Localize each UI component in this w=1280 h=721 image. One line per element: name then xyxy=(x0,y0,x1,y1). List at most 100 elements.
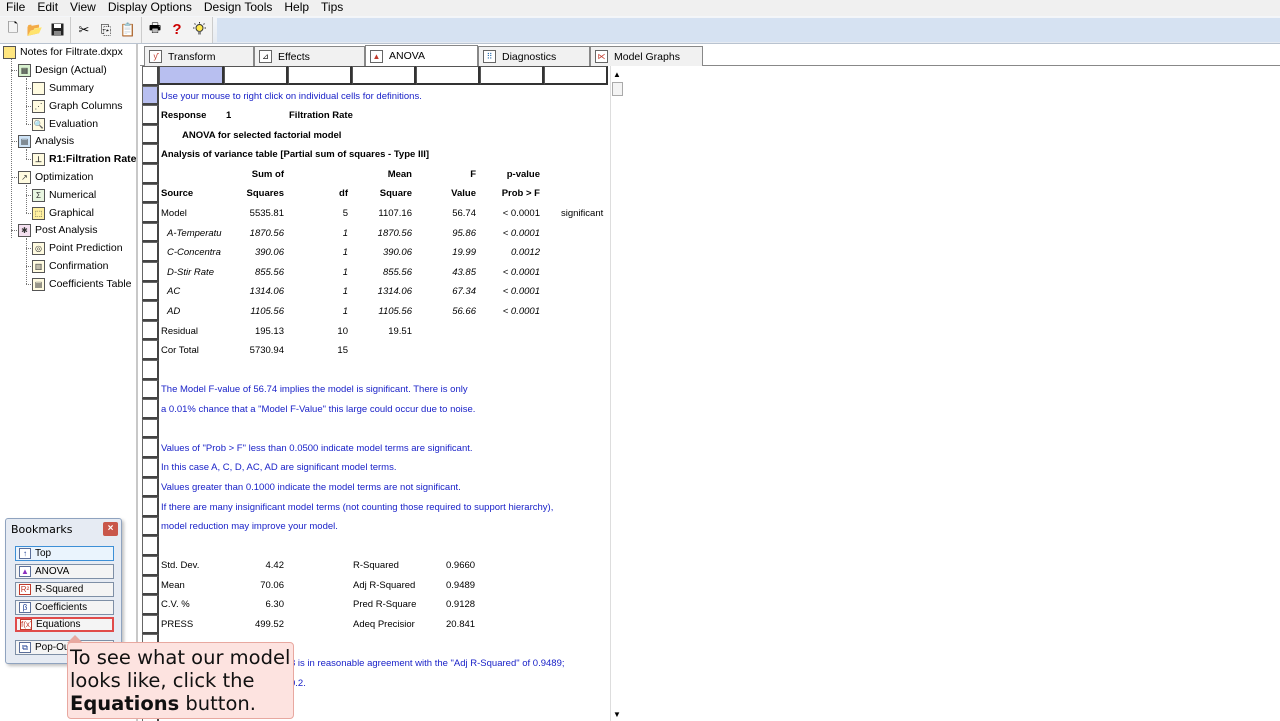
tree-item-r1-filtration-rate[interactable]: ⊥ R1:Filtration Rate ( xyxy=(32,151,136,167)
row-header[interactable] xyxy=(142,320,159,341)
paste-icon[interactable]: 📋 xyxy=(119,21,137,39)
optimization-icon: ↗ xyxy=(18,170,31,184)
tree-root-label: Notes for Filtrate.dxpx xyxy=(20,46,123,58)
row-header[interactable] xyxy=(142,203,159,223)
header-sum-of: Sum of xyxy=(251,169,284,180)
column-header[interactable] xyxy=(480,66,544,85)
tab-model-graphs[interactable]: ⋉ Model Graphs xyxy=(590,46,703,66)
row-header[interactable] xyxy=(142,458,159,478)
tree-root-notes[interactable]: Notes for Filtrate.dxpx xyxy=(3,44,123,60)
row-header[interactable] xyxy=(142,340,159,360)
column-header[interactable] xyxy=(288,66,352,85)
tab-transform[interactable]: ƴ Transform xyxy=(144,46,254,66)
anova-report-sheet[interactable]: Use your mouse to right click on individ… xyxy=(140,66,610,721)
tab-effects[interactable]: ⊿ Effects xyxy=(254,46,365,66)
header-df: df xyxy=(339,188,348,199)
row-header[interactable] xyxy=(142,438,159,458)
bookmark-top-button[interactable]: ↑ Top xyxy=(15,546,114,561)
new-file-icon[interactable]: 🗋 xyxy=(4,20,22,39)
row-header[interactable] xyxy=(142,105,159,125)
row-header[interactable] xyxy=(142,124,159,145)
tree-item-post-analysis[interactable]: ✱ Post Analysis xyxy=(18,222,97,238)
row-header[interactable] xyxy=(142,516,159,537)
row-header[interactable] xyxy=(142,301,159,321)
scroll-down-icon[interactable]: ▼ xyxy=(613,710,621,719)
scroll-thumb[interactable] xyxy=(612,82,623,96)
print-icon[interactable]: 🖶 xyxy=(146,20,164,39)
tip-bulb-icon[interactable] xyxy=(190,21,208,39)
row-header[interactable] xyxy=(142,281,159,302)
tab-anova-label: ANOVA xyxy=(389,50,425,62)
help-icon[interactable]: ? xyxy=(168,21,186,39)
column-header[interactable] xyxy=(544,66,608,85)
row-header[interactable] xyxy=(142,66,159,86)
row-header[interactable] xyxy=(142,614,159,635)
header-value: Value xyxy=(451,188,476,199)
bookmark-anova-button[interactable]: ▲ ANOVA xyxy=(15,564,114,579)
tree-item-summary[interactable]: Summary xyxy=(32,80,94,96)
callout-bold-equations: Equations xyxy=(70,692,180,715)
close-icon[interactable]: × xyxy=(103,522,118,536)
tab-anova[interactable]: ▲ ANOVA xyxy=(365,45,478,66)
row-header[interactable] xyxy=(142,595,159,615)
scroll-up-icon[interactable]: ▲ xyxy=(613,70,621,79)
row-header[interactable] xyxy=(142,262,159,282)
row-header[interactable] xyxy=(142,144,159,164)
column-header[interactable] xyxy=(159,66,224,85)
row-header[interactable] xyxy=(142,418,159,439)
r-squared-icon: R² xyxy=(19,584,31,595)
cut-icon[interactable]: ✂ xyxy=(75,21,93,39)
menu-display-options[interactable]: Display Options xyxy=(102,0,198,16)
row-header[interactable] xyxy=(142,575,159,596)
row-sum-squares: 390.06 xyxy=(254,247,284,259)
save-icon[interactable] xyxy=(48,21,66,39)
column-header[interactable] xyxy=(352,66,416,85)
row-header[interactable] xyxy=(142,556,159,576)
bookmark-equations-button[interactable]: f(x) Equations xyxy=(15,617,114,632)
menu-help[interactable]: Help xyxy=(278,0,315,16)
row-header[interactable] xyxy=(142,222,159,243)
tree-item-confirmation[interactable]: ▥ Confirmation xyxy=(32,258,109,274)
note-model-reduction: model reduction may improve your model. xyxy=(161,521,338,532)
tree-item-design[interactable]: ▦ Design (Actual) xyxy=(18,62,107,78)
column-header[interactable] xyxy=(224,66,288,85)
row-header[interactable] xyxy=(142,497,159,517)
row-header[interactable] xyxy=(142,360,159,380)
row-header[interactable] xyxy=(142,242,159,262)
menu-view[interactable]: View xyxy=(64,0,102,16)
column-header[interactable] xyxy=(416,66,480,85)
tree-item-numerical[interactable]: Σ Numerical xyxy=(32,187,96,203)
tab-diagnostics[interactable]: ⠿ Diagnostics xyxy=(478,46,590,66)
row-header[interactable] xyxy=(142,379,159,400)
fit-value-2: 0.9128 xyxy=(446,599,476,611)
tree-item-coefficients-table[interactable]: ▤ Coefficients Table xyxy=(32,276,132,292)
row-header[interactable] xyxy=(142,85,159,106)
tree-item-point-prediction[interactable]: ◎ Point Prediction xyxy=(32,240,123,256)
row-mean-square: 1105.56 xyxy=(378,306,412,317)
bookmark-coefficients-button[interactable]: β Coefficients xyxy=(15,600,114,615)
row-header[interactable] xyxy=(142,399,159,419)
tree-item-numerical-label: Numerical xyxy=(49,189,97,201)
row-header[interactable] xyxy=(142,164,159,184)
menu-design-tools[interactable]: Design Tools xyxy=(198,0,278,16)
tree-item-analysis[interactable]: ▤ Analysis xyxy=(18,133,74,149)
menu-file[interactable]: File xyxy=(0,0,31,16)
point-prediction-icon: ◎ xyxy=(32,241,45,255)
row-header[interactable] xyxy=(142,183,159,204)
menu-edit[interactable]: Edit xyxy=(31,0,64,16)
bookmark-r-squared-button[interactable]: R² R-Squared xyxy=(15,582,114,597)
row-df: 1 xyxy=(342,306,348,317)
tree-item-optimization[interactable]: ↗ Optimization xyxy=(18,169,93,185)
vertical-scrollbar[interactable]: ▲ ▼ xyxy=(610,66,624,721)
note-hierarchy: If there are many insignificant model te… xyxy=(161,502,554,513)
copy-icon[interactable]: ⎘ xyxy=(97,21,115,39)
fit-label: C.V. % xyxy=(161,599,190,611)
tree-item-graph-columns[interactable]: ⋰ Graph Columns xyxy=(32,98,123,114)
row-header[interactable] xyxy=(142,477,159,498)
diagnostics-icon: ⠿ xyxy=(483,50,496,63)
row-header[interactable] xyxy=(142,536,159,556)
open-folder-icon[interactable]: 📂 xyxy=(26,21,44,39)
tree-item-graphical[interactable]: ⬚ Graphical xyxy=(32,205,94,221)
tree-item-evaluation[interactable]: 🔍 Evaluation xyxy=(32,116,98,132)
menu-tips[interactable]: Tips xyxy=(315,0,349,16)
